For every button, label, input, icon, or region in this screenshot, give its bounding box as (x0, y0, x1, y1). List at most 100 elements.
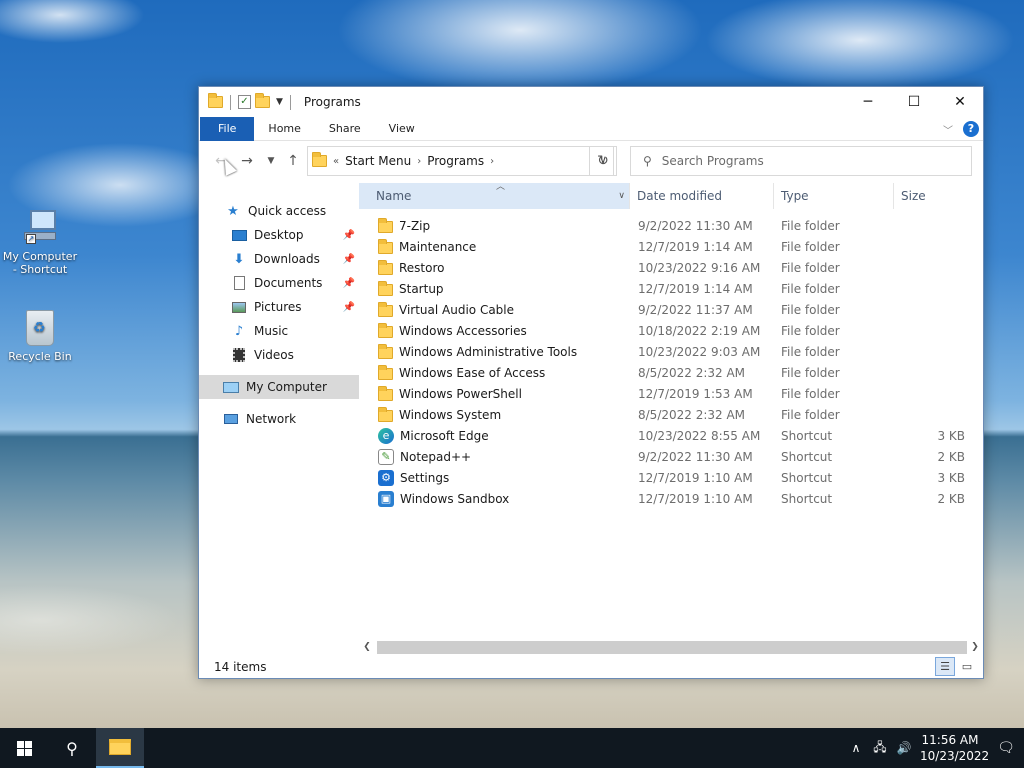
file-name: Microsoft Edge (400, 428, 489, 443)
scroll-left-icon[interactable]: ❮ (359, 639, 375, 656)
new-folder-icon[interactable] (255, 93, 270, 108)
column-name-label: Name (376, 189, 412, 203)
scrollbar-thumb[interactable] (377, 641, 967, 654)
table-row[interactable]: 7-Zip 9/2/2022 11:30 AM File folder (359, 215, 975, 236)
search-box[interactable]: ⚲ (630, 146, 972, 176)
expand-ribbon-icon[interactable]: ﹀ (943, 122, 953, 137)
settings-icon: ⚙ (378, 469, 394, 486)
pin-icon[interactable]: 📌 (343, 230, 355, 241)
network-icon[interactable]: 🖧 (868, 738, 892, 759)
start-button[interactable] (0, 728, 48, 768)
chevron-right-icon[interactable]: › (490, 156, 494, 167)
tab-share[interactable]: Share (315, 117, 375, 141)
table-row[interactable]: ▣ Windows Sandbox 12/7/2019 1:10 AM Shortcu… (359, 488, 975, 509)
nav-network[interactable]: Network (199, 407, 359, 431)
clock[interactable]: 11:56 AM 10/23/2022 (920, 732, 989, 764)
recent-locations-button[interactable]: ▼ (261, 151, 281, 171)
search-input[interactable] (661, 154, 942, 168)
cell-name: Restoro (359, 260, 630, 275)
minimize-button[interactable]: ─ (845, 87, 891, 117)
table-row[interactable]: e Microsoft Edge 10/23/2022 8:55 AM Shortcu… (359, 425, 975, 446)
pin-icon[interactable]: 📌 (343, 278, 355, 289)
nav-downloads[interactable]: ⬇ Downloads 📌 (199, 247, 359, 271)
tab-view[interactable]: View (375, 117, 429, 141)
computer-shortcut-icon: ↗ (20, 208, 60, 248)
table-row[interactable]: Startup 12/7/2019 1:14 AM File folder (359, 278, 975, 299)
address-bar[interactable]: « Start Menu › Programs › ∨ (307, 146, 614, 176)
cell-name: ✎ Notepad++ (359, 448, 630, 465)
large-icons-view-button[interactable]: ▭ (957, 657, 977, 676)
breadcrumb-start-menu[interactable]: Start Menu (345, 154, 411, 168)
chevron-right-icon[interactable]: › (417, 156, 421, 167)
address-overflow[interactable]: « (333, 156, 339, 167)
pin-icon[interactable]: 📌 (343, 302, 355, 313)
pin-icon[interactable]: 📌 (343, 254, 355, 265)
cell-date-modified: 12/7/2019 1:10 AM (638, 491, 753, 506)
chevron-up-icon[interactable]: ∧ (844, 741, 868, 755)
cell-type: File folder (781, 344, 840, 359)
cell-name: Windows Administrative Tools (359, 344, 630, 359)
customize-toolbar-icon[interactable]: ▼ (276, 97, 283, 107)
tab-home[interactable]: Home (254, 117, 314, 141)
chevron-down-icon[interactable]: ∨ (618, 183, 625, 209)
table-row[interactable]: Virtual Audio Cable 9/2/2022 11:37 AM File… (359, 299, 975, 320)
title-bar[interactable]: ✓ ▼ Programs ─ ☐ ✕ (199, 87, 983, 117)
notification-icon[interactable]: 🗨 (988, 740, 1024, 756)
quick-access-toolbar: ✓ ▼ (199, 93, 294, 110)
cell-type: File folder (781, 386, 840, 401)
properties-icon[interactable]: ✓ (238, 95, 251, 109)
breadcrumb-programs[interactable]: Programs (427, 154, 484, 168)
table-row[interactable]: Windows PowerShell 12/7/2019 1:53 AM File … (359, 383, 975, 404)
nav-pictures[interactable]: Pictures 📌 (199, 295, 359, 319)
volume-icon[interactable]: 🔊 (892, 741, 916, 755)
column-type[interactable]: Type (774, 183, 894, 209)
tab-file[interactable]: File (200, 116, 255, 141)
help-icon[interactable]: ? (963, 121, 979, 137)
table-row[interactable]: Windows Administrative Tools 10/23/2022 9… (359, 341, 975, 362)
refresh-button[interactable]: ↻ (589, 146, 617, 176)
nav-documents[interactable]: Documents 📌 (199, 271, 359, 295)
divider (230, 94, 231, 110)
file-name: Restoro (399, 260, 445, 275)
file-explorer-window: ✓ ▼ Programs ─ ☐ ✕ File Home Share View … (198, 86, 984, 679)
nav-music[interactable]: ♪ Music (199, 319, 359, 343)
cell-name: Windows System (359, 407, 630, 422)
music-icon: ♪ (234, 323, 244, 339)
table-row[interactable]: Windows System 8/5/2022 2:32 AM File folde… (359, 404, 975, 425)
horizontal-scrollbar[interactable]: ❮ ❯ (359, 639, 983, 656)
system-tray: ∧ 🖧 🔊 11:56 AM 10/23/2022 🗨 (844, 728, 1024, 768)
maximize-button[interactable]: ☐ (891, 87, 937, 117)
forward-button[interactable]: → (237, 151, 257, 171)
table-row[interactable]: Windows Ease of Access 8/5/2022 2:32 AM Fi… (359, 362, 975, 383)
sandbox-icon: ▣ (378, 490, 394, 507)
table-row[interactable]: ⚙ Settings 12/7/2019 1:10 AM Shortcut 3 KB (359, 467, 975, 488)
details-view-button[interactable]: ☰ (935, 657, 955, 676)
nav-videos[interactable]: Videos (199, 343, 359, 367)
desktop-icon-my-computer[interactable]: ↗ My Computer - Shortcut (0, 208, 80, 276)
cell-type: Shortcut (781, 449, 833, 464)
nav-my-computer[interactable]: My Computer (199, 375, 359, 399)
nav-quick-access[interactable]: ★ Quick access (199, 199, 359, 223)
taskbar-file-explorer[interactable] (96, 728, 144, 768)
file-name: Virtual Audio Cable (399, 302, 515, 317)
cell-type: File folder (781, 365, 840, 380)
cell-date-modified: 12/7/2019 1:53 AM (638, 386, 753, 401)
column-headers: ︿ Name ∨ Date modified Type Size (359, 182, 975, 209)
up-button[interactable]: ↑ (283, 151, 303, 171)
search-button[interactable]: ⚲ (48, 728, 96, 768)
folder-icon (378, 218, 393, 233)
desktop-icon-recycle-bin[interactable]: ♻ Recycle Bin (0, 308, 80, 363)
table-row[interactable]: Maintenance 12/7/2019 1:14 AM File folder (359, 236, 975, 257)
table-row[interactable]: Restoro 10/23/2022 9:16 AM File folder (359, 257, 975, 278)
cell-name: ▣ Windows Sandbox (359, 490, 630, 507)
column-size[interactable]: Size (894, 183, 975, 209)
folder-icon (378, 386, 393, 401)
column-date-modified[interactable]: Date modified (630, 183, 774, 209)
download-icon: ⬇ (233, 251, 245, 267)
table-row[interactable]: ✎ Notepad++ 9/2/2022 11:30 AM Shortcut 2 KB (359, 446, 975, 467)
close-button[interactable]: ✕ (937, 87, 983, 117)
table-row[interactable]: Windows Accessories 10/18/2022 2:19 AM Fil… (359, 320, 975, 341)
nav-desktop[interactable]: Desktop 📌 (199, 223, 359, 247)
scroll-right-icon[interactable]: ❯ (967, 639, 983, 656)
column-name[interactable]: ︿ Name ∨ (359, 182, 630, 209)
